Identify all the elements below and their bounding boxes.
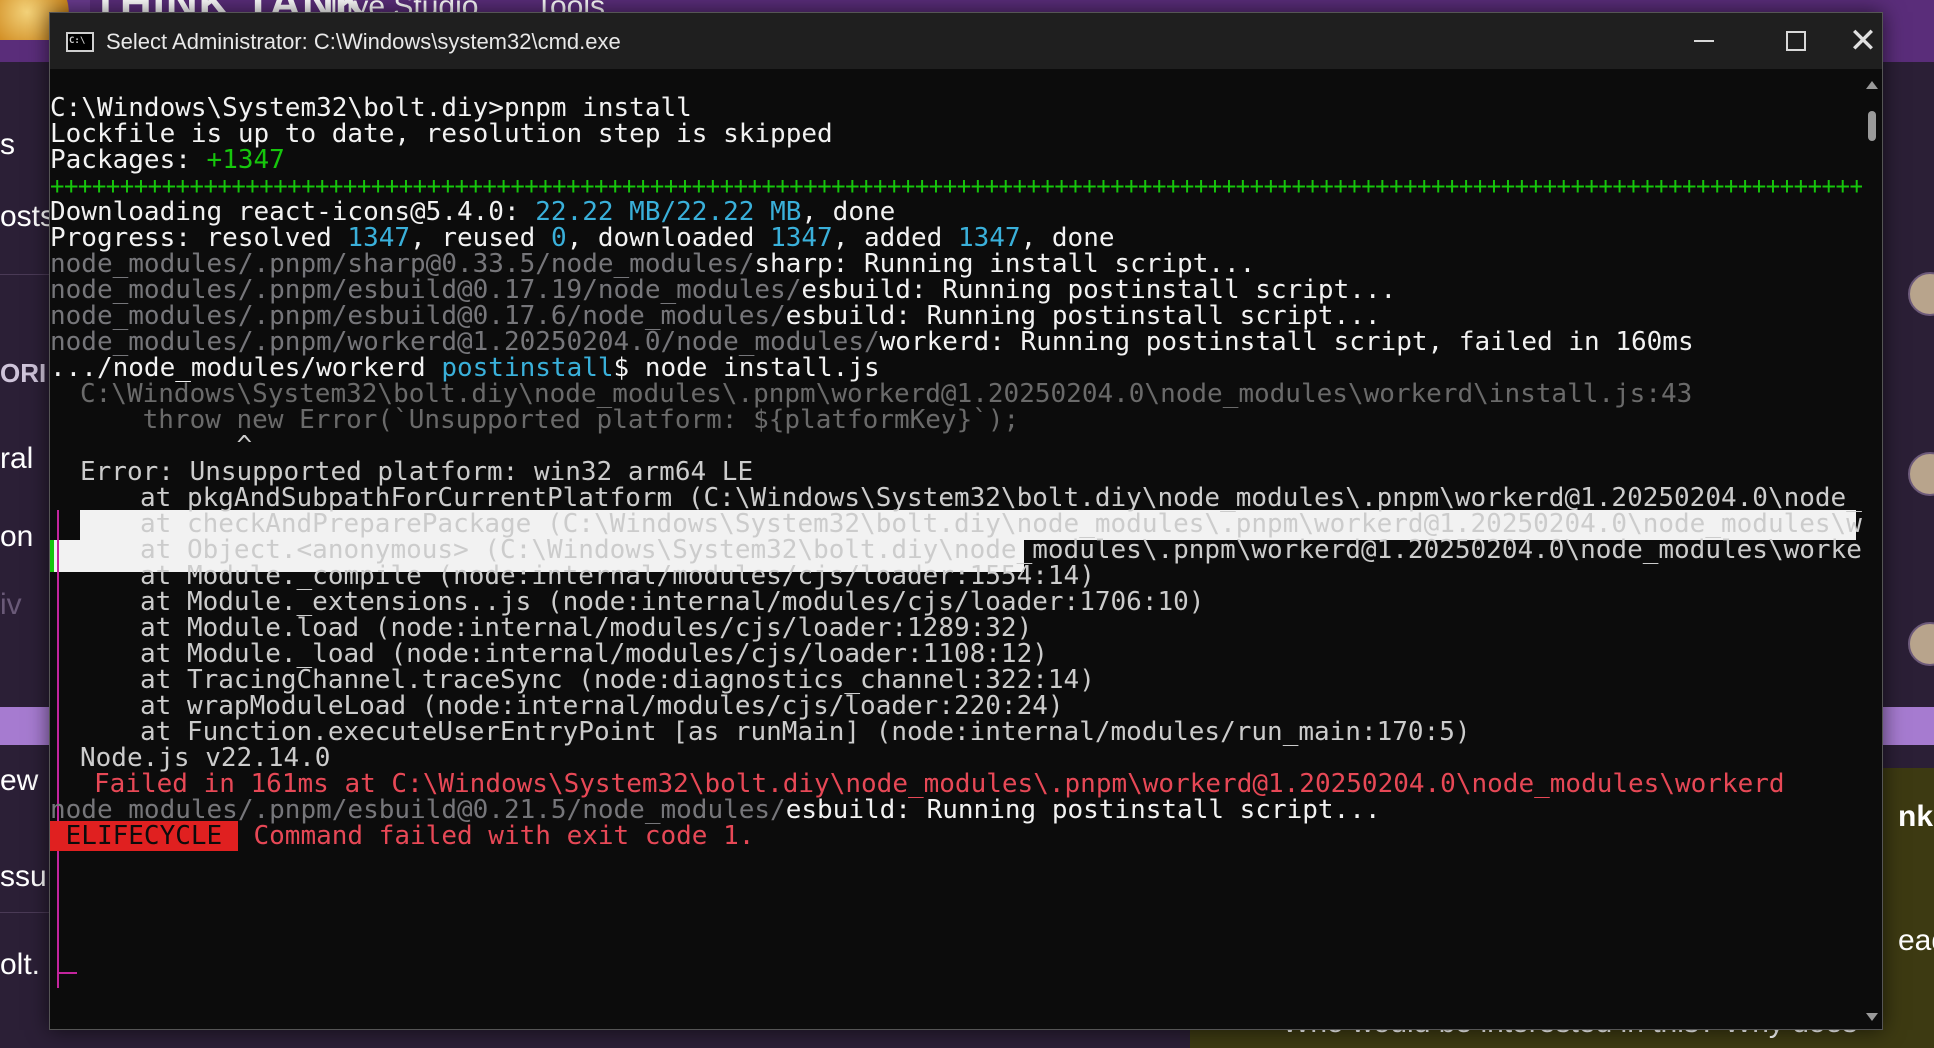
cmd-app-icon: C:\ [66,32,94,52]
avatar [1908,452,1934,496]
terminal-line: ELIFECYCLE Command failed with exit code… [50,820,754,852]
title-bar[interactable]: C:\ Select Administrator: C:\Windows\sys… [50,13,1882,69]
sidebar-fragment: on [0,520,34,553]
window-title: Select Administrator: C:\Windows\system3… [106,29,621,54]
error-tree-line [57,510,59,988]
divider [0,274,49,275]
background-footer-strip [0,1030,1190,1048]
avatar [1908,272,1934,316]
scroll-down-arrow-icon[interactable] [1866,1013,1878,1021]
sidebar-fragment: ral [0,442,34,475]
purple-band [0,707,49,745]
script-status: workerd: Running postinstall script, fai… [879,327,1694,357]
sidebar-fragment: ssu [0,860,47,893]
sidebar-fragment: ew [0,764,39,797]
close-button[interactable]: ✕ [1842,13,1884,69]
background-left-sidebar: s osts ORI ral on iv ew ssu olt. [0,62,55,1048]
sidebar-fragment: s [0,128,15,161]
minimize-icon [1694,40,1714,42]
background-right-panel: nks ead [1882,62,1934,1048]
scroll-up-arrow-icon[interactable] [1866,81,1878,89]
divider [0,912,49,913]
vertical-scrollbar[interactable] [1862,69,1882,1029]
cmd-window[interactable]: C:\ Select Administrator: C:\Windows\sys… [49,12,1883,1030]
panel-text-fragment: ead [1898,924,1934,957]
sidebar-fragment: osts [0,200,56,233]
exit-code-message: Command failed with exit code 1. [237,821,755,851]
panel-heading-fragment: nks [1898,800,1934,833]
elifecycle-badge: ELIFECYCLE [50,821,238,851]
scrollbar-thumb[interactable] [1868,111,1876,141]
terminal-output[interactable]: C:\Windows\System32\bolt.diy>pnpm instal… [50,69,1862,1029]
selection-marker [50,540,54,572]
script-status: esbuild: Running postinstall script... [785,795,1381,825]
maximize-icon [1786,31,1806,51]
sidebar-fragment: olt. [0,948,41,981]
avatar [1908,622,1934,666]
error-tree-line [57,972,77,974]
maximize-button[interactable] [1750,13,1842,69]
close-icon: ✕ [1848,21,1878,61]
sidebar-fragment: iv [0,588,22,621]
stack-frame: at Function.executeUserEntryPoint [as ru… [140,717,1471,747]
sidebar-fragment: ORI [0,358,47,388]
purple-band [1882,707,1934,745]
minimize-button[interactable] [1658,13,1750,69]
